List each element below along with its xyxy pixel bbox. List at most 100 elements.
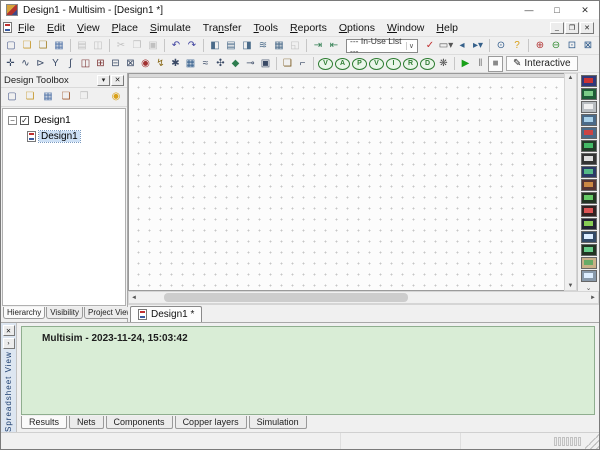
help-button[interactable]: ? xyxy=(509,38,525,54)
close-spreadsheet-button[interactable]: ✕ xyxy=(3,325,15,336)
tektronix-oscilloscope-instrument[interactable] xyxy=(581,270,597,282)
mdi-minimize-button[interactable]: _ xyxy=(550,22,564,34)
menu-file[interactable]: File xyxy=(12,21,41,35)
tree-expander-icon[interactable]: − xyxy=(8,116,17,125)
place-bus-button[interactable]: ⌐ xyxy=(295,56,310,72)
undo-button[interactable]: ↶ xyxy=(168,38,184,54)
bode-plotter-instrument[interactable] xyxy=(581,140,597,152)
place-mcu-button[interactable]: ▣ xyxy=(258,56,273,72)
oscilloscope-instrument[interactable] xyxy=(581,114,597,126)
network-analyzer-instrument[interactable] xyxy=(581,244,597,256)
print-preview-button[interactable]: ◫ xyxy=(90,38,106,54)
new-button[interactable]: ▢ xyxy=(3,38,19,54)
place-advanced-peripherals-button[interactable]: ▦ xyxy=(183,56,198,72)
save-button[interactable]: ▦ xyxy=(51,38,67,54)
menu-transfer[interactable]: Transfer xyxy=(197,21,248,35)
transfer-to-ultiboard-button[interactable]: ⇥ xyxy=(310,38,326,54)
pause-button[interactable]: ‖ xyxy=(473,56,488,72)
toggle-spreadsheet-view-button[interactable]: ▤ xyxy=(223,38,239,54)
zoom-area-button[interactable]: ⊡ xyxy=(564,38,580,54)
tab-components[interactable]: Components xyxy=(106,416,173,429)
place-misc-digital-button[interactable]: ⊟ xyxy=(108,56,123,72)
place-indicator-button[interactable]: ◉ xyxy=(138,56,153,72)
resize-grip[interactable] xyxy=(585,433,599,449)
multimeter-instrument[interactable] xyxy=(581,75,597,87)
spectrum-analyzer-instrument[interactable] xyxy=(581,231,597,243)
scroll-up-icon[interactable]: ▲ xyxy=(568,75,574,81)
vertical-scrollbar[interactable]: ▲ ▼ xyxy=(564,73,577,291)
word-generator-instrument[interactable] xyxy=(581,166,597,178)
zoom-in-button[interactable]: ⊕ xyxy=(532,38,548,54)
place-transistor-button[interactable]: Y xyxy=(48,56,63,72)
toggle-design-toolbox-button[interactable]: ◧ xyxy=(207,38,223,54)
in-use-list-dropdown[interactable]: --- In-Use List --- ∨ xyxy=(346,39,418,53)
place-ttl-button[interactable]: ◫ xyxy=(78,56,93,72)
horizontal-scrollbar[interactable]: ◄ ► xyxy=(128,291,599,304)
scroll-right-icon[interactable]: ► xyxy=(590,295,596,301)
frequency-counter-instrument[interactable] xyxy=(581,153,597,165)
copy-button[interactable]: ❐ xyxy=(129,38,145,54)
scroll-down-icon[interactable]: ▼ xyxy=(568,283,574,289)
wattmeter-instrument[interactable] xyxy=(581,101,597,113)
reference-probe-button[interactable]: R xyxy=(403,58,418,70)
place-electromechanical-button[interactable]: ✣ xyxy=(213,56,228,72)
current-probe-button[interactable]: A xyxy=(335,58,350,70)
mdi-restore-button[interactable]: ❐ xyxy=(565,22,579,34)
open-samples-button[interactable]: ❏ xyxy=(35,38,51,54)
tab-visibility[interactable]: Visibility xyxy=(46,307,83,319)
back-annotate-button[interactable]: ◂ xyxy=(454,38,470,54)
horizontal-scroll-thumb[interactable] xyxy=(164,293,408,302)
mdi-close-button[interactable]: ✕ xyxy=(580,22,594,34)
iv-analyzer-instrument[interactable] xyxy=(581,205,597,217)
redo-button[interactable]: ↷ xyxy=(184,38,200,54)
logic-converter-instrument[interactable] xyxy=(581,179,597,191)
zoom-fit-button[interactable]: ⊠ xyxy=(580,38,596,54)
toolbox-close-button[interactable]: ❏ xyxy=(59,89,73,105)
tree-row-child[interactable]: Design1 xyxy=(3,128,125,144)
stop-button[interactable]: ■ xyxy=(488,56,503,72)
menu-simulate[interactable]: Simulate xyxy=(144,21,197,35)
menu-place[interactable]: Place xyxy=(106,21,144,35)
menu-tools[interactable]: Tools xyxy=(248,21,285,35)
find-button[interactable]: ⊙ xyxy=(493,38,509,54)
cut-button[interactable]: ✂ xyxy=(113,38,129,54)
voltage-current-probe-button[interactable]: I xyxy=(386,58,401,70)
backward-annotate-button[interactable]: ⇤ xyxy=(326,38,342,54)
interactive-button[interactable]: ✎ Interactive xyxy=(506,56,578,71)
place-ni-component-button[interactable]: ◆ xyxy=(228,56,243,72)
capture-area-button[interactable]: ▭▾ xyxy=(438,38,454,54)
close-panel-button[interactable]: ✕ xyxy=(111,75,124,86)
place-diode-button[interactable]: ⊳ xyxy=(33,56,48,72)
menu-reports[interactable]: Reports xyxy=(284,21,333,35)
forward-annotate-button[interactable]: ▸▾ xyxy=(470,38,486,54)
menu-window[interactable]: Window xyxy=(381,21,430,35)
place-misc-button[interactable]: ✱ xyxy=(168,56,183,72)
four-channel-oscilloscope-instrument[interactable] xyxy=(581,127,597,139)
place-analog-button[interactable]: ∫ xyxy=(63,56,78,72)
place-hierarchical-block-button[interactable]: ❏ xyxy=(280,56,295,72)
paste-button[interactable]: ▣ xyxy=(145,38,161,54)
close-window-button[interactable]: ✕ xyxy=(571,1,599,19)
fullscreen-button[interactable]: ▣ xyxy=(596,38,600,54)
tab-nets[interactable]: Nets xyxy=(69,416,104,429)
distortion-analyzer-instrument[interactable] xyxy=(581,218,597,230)
toolbox-visibility-toggle-button[interactable]: ◉ xyxy=(109,89,123,105)
maximize-window-button[interactable]: □ xyxy=(543,1,571,19)
place-cmos-button[interactable]: ⊞ xyxy=(93,56,108,72)
differential-voltage-probe-button[interactable]: V xyxy=(369,58,384,70)
toolbox-save-button[interactable]: ▦ xyxy=(41,89,55,105)
toolbox-new-button[interactable]: ▢ xyxy=(5,89,19,105)
probe-settings-button[interactable]: ❋ xyxy=(436,56,451,72)
spice-netlist-viewer-button[interactable]: ◨ xyxy=(239,38,255,54)
print-button[interactable]: ▤ xyxy=(74,38,90,54)
minimize-window-button[interactable]: — xyxy=(515,1,543,19)
erc-button[interactable]: ✓ xyxy=(422,38,438,54)
menu-edit[interactable]: Edit xyxy=(41,21,71,35)
logic-analyzer-instrument[interactable] xyxy=(581,192,597,204)
power-probe-button[interactable]: P xyxy=(352,58,367,70)
toolbox-print-button[interactable]: ❐ xyxy=(77,89,91,105)
place-connector-button[interactable]: ⊸ xyxy=(243,56,258,72)
zoom-out-button[interactable]: ⊖ xyxy=(548,38,564,54)
document-tab-design1[interactable]: Design1 * xyxy=(130,306,202,322)
tree-checkbox[interactable]: ✓ xyxy=(20,116,29,125)
